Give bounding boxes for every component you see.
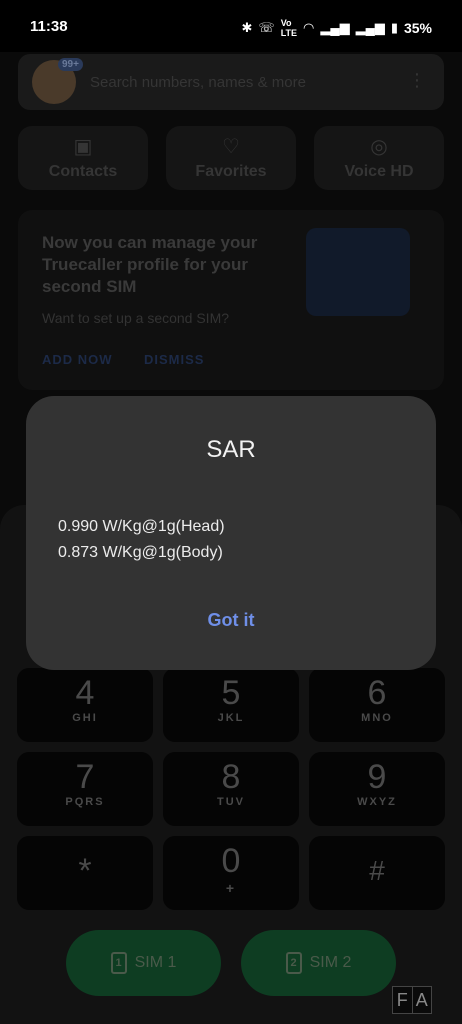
status-icons: ✱ ☏ Vo LTE ◠ ▂▄▆ ▂▄▆ ▮ 35% [242, 18, 432, 38]
battery-icon: ▮ [390, 20, 398, 35]
signal-icon: ▂▄▆ [355, 20, 385, 35]
key-0[interactable]: 0 + [163, 836, 299, 910]
more-menu-icon[interactable]: ⋮ [408, 70, 426, 91]
key-hash[interactable]: # [309, 836, 445, 910]
key-letters: + [225, 880, 237, 896]
promo-title: Now you can manage your Truecaller profi… [42, 233, 258, 296]
key-digit: 6 [367, 674, 387, 712]
favorites-shortcut[interactable]: ♡ Favorites [166, 126, 296, 190]
add-now-button[interactable]: ADD NOW [42, 352, 113, 367]
wifi-icon: ◠ [303, 20, 315, 35]
key-digit: 4 [75, 674, 95, 712]
dialog-title: SAR [206, 436, 256, 463]
watermark-letter: F [396, 990, 408, 1010]
key-5[interactable]: 5 JKL [163, 668, 299, 742]
key-letters: WXYZ [357, 796, 397, 808]
key-digit: * [78, 852, 92, 890]
key-letters: TUV [217, 796, 245, 808]
contacts-icon: ▣ [73, 136, 93, 158]
volte-call-icon: ☏ [258, 20, 275, 35]
key-digit: 0 [221, 842, 241, 880]
key-4[interactable]: 4 GHI [17, 668, 153, 742]
key-digit: 8 [221, 758, 241, 796]
favorites-label: Favorites [195, 163, 267, 180]
signal-icon: ▂▄▆ [320, 20, 350, 35]
key-letters: MNO [361, 712, 393, 724]
heart-icon: ♡ [222, 136, 240, 158]
contacts-shortcut[interactable]: ▣ Contacts [18, 126, 148, 190]
key-letters: PQRS [65, 796, 105, 808]
contacts-label: Contacts [48, 163, 118, 180]
key-7[interactable]: 7 PQRS [17, 752, 153, 826]
sar-body-value: 0.873 W/Kg@1g(Body) [58, 544, 223, 561]
key-letters: JKL [217, 712, 245, 724]
key-letters: GHI [72, 712, 98, 724]
key-star[interactable]: * [17, 836, 153, 910]
key-8[interactable]: 8 TUV [163, 752, 299, 826]
key-digit: 9 [367, 758, 387, 796]
key-9[interactable]: 9 WXYZ [309, 752, 445, 826]
sim-card-icon: 2 [285, 952, 302, 974]
sim1-label: SIM 1 [134, 954, 177, 971]
battery-percent: 35% [403, 20, 432, 36]
status-time: 11:38 [30, 18, 68, 35]
voice-hd-shortcut[interactable]: ◎ Voice HD [314, 126, 444, 190]
vowifi-lte-icon: Vo LTE [280, 18, 298, 38]
call-sim2-button[interactable]: 2 SIM 2 [241, 930, 396, 996]
key-digit: 5 [221, 674, 241, 712]
key-digit: 7 [75, 758, 95, 796]
sim2-label: SIM 2 [309, 954, 352, 971]
got-it-button[interactable]: Got it [26, 610, 436, 631]
dismiss-button[interactable]: DISMISS [144, 352, 204, 367]
watermark-letter: A [411, 987, 432, 1013]
search-input[interactable]: Search numbers, names & more [90, 74, 306, 91]
promo-subtitle: Want to set up a second SIM? [42, 310, 230, 326]
watermark-logo: F A [392, 986, 432, 1014]
call-sim1-button[interactable]: 1 SIM 1 [66, 930, 221, 996]
dual-sim-illustration [306, 228, 410, 316]
notification-badge: 99+ [58, 58, 83, 71]
voice-hd-label: Voice HD [344, 163, 414, 180]
voice-hd-icon: ◎ [370, 136, 388, 158]
key-digit: # [369, 855, 385, 886]
key-6[interactable]: 6 MNO [309, 668, 445, 742]
sim-card-icon: 1 [110, 952, 127, 974]
bluetooth-icon: ✱ [241, 20, 253, 35]
sar-head-value: 0.990 W/Kg@1g(Head) [58, 518, 225, 535]
